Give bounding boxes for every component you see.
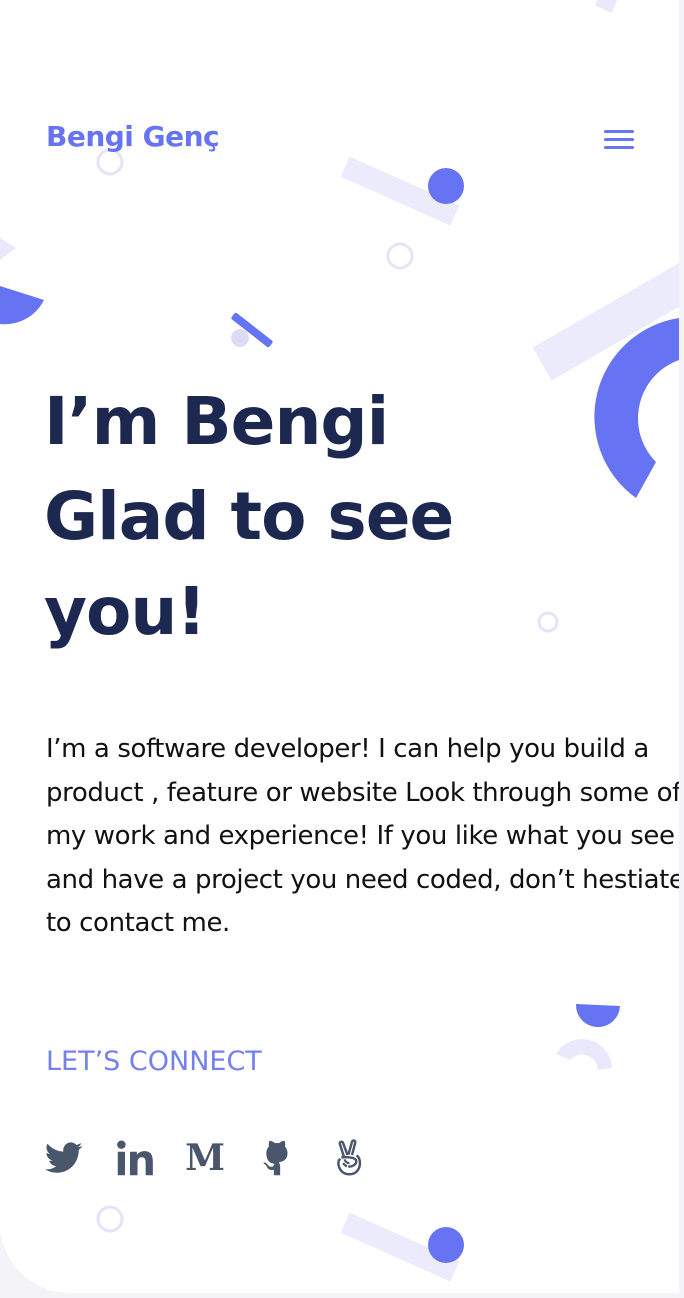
headline-line: you! <box>44 573 206 650</box>
hero-intro: I’m a software developer! I can help you… <box>46 734 679 938</box>
decor-half-disc <box>0 286 44 325</box>
decor-ring <box>96 148 124 176</box>
decor-ring <box>386 242 414 270</box>
linkedin-icon[interactable] <box>115 1136 155 1180</box>
headline-line: Glad to see <box>44 478 454 555</box>
social-links: M <box>44 1136 369 1180</box>
decor-dot <box>231 329 249 347</box>
hamburger-icon[interactable] <box>604 128 636 150</box>
medium-icon[interactable]: M <box>185 1136 225 1180</box>
twitter-icon[interactable] <box>44 1136 84 1180</box>
brand-logo[interactable]: Bengi Genç <box>46 120 220 153</box>
angellist-icon[interactable] <box>329 1136 369 1180</box>
decor-ring <box>96 1205 124 1233</box>
page: Bengi Genç I’m Bengi Glad to see you! I’… <box>0 0 679 1293</box>
decor-bar <box>595 0 619 13</box>
decor-arc-pale <box>556 1038 612 1070</box>
decor-dot <box>428 1227 464 1263</box>
hero-headline: I’m Bengi Glad to see you! <box>44 374 604 659</box>
github-icon[interactable] <box>257 1136 297 1180</box>
decor-dot <box>428 168 464 204</box>
connect-link[interactable]: LET’S CONNECT <box>46 1046 262 1077</box>
decor-half-disc <box>575 1004 620 1028</box>
headline-line: I’m Bengi <box>44 383 389 460</box>
decor-sliver <box>0 238 16 260</box>
